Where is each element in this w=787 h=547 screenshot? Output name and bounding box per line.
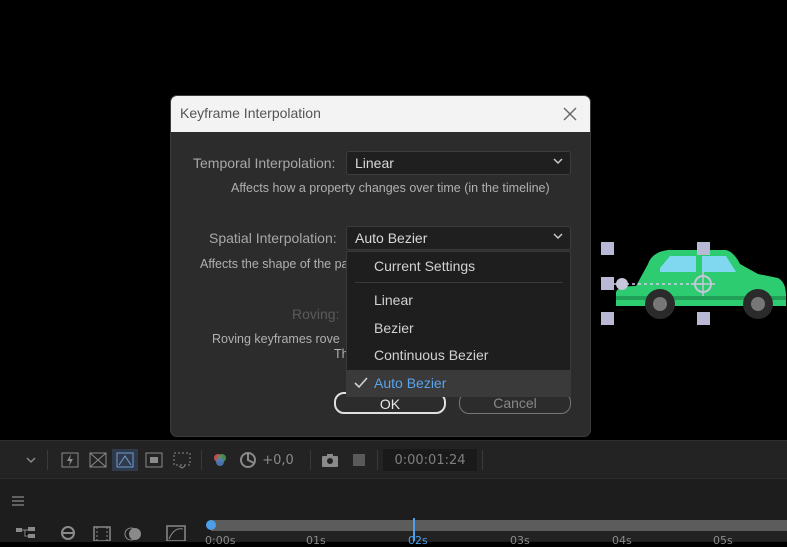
composition-flowchart-icon[interactable] (16, 525, 36, 541)
chevron-down-icon (553, 233, 563, 239)
dropdown-item-bezier[interactable]: Bezier (347, 315, 570, 341)
chevron-down-icon (553, 158, 563, 164)
divider (201, 450, 202, 470)
temporal-interpolation-label: Temporal Interpolation: (193, 155, 336, 171)
motion-blur-icon[interactable] (124, 525, 144, 541)
spatial-interpolation-label: Spatial Interpolation: (209, 230, 337, 246)
dropdown-item-label: Current Settings (374, 258, 476, 274)
dropdown-item-label: Bezier (374, 320, 414, 336)
checkmark-icon (354, 377, 368, 389)
spatial-interpolation-description: Affects the shape of the pa (200, 257, 349, 271)
transform-handle-top-left[interactable] (601, 242, 614, 255)
dropdown-item-label: Linear (374, 292, 413, 308)
chevron-down-icon[interactable] (22, 449, 40, 471)
temporal-interpolation-select[interactable]: Linear (346, 151, 571, 175)
current-time-display[interactable]: 0:00:01:24 (383, 449, 477, 471)
roving-label: Roving: (292, 306, 340, 322)
dialog-title: Keyframe Interpolation (180, 105, 321, 121)
reset-exposure-icon[interactable] (236, 449, 260, 471)
transform-handle-top-center[interactable] (697, 242, 710, 255)
divider (482, 450, 483, 470)
dropdown-item-linear[interactable]: Linear (347, 287, 570, 313)
time-ruler-ticks (211, 531, 787, 541)
spatial-interpolation-select[interactable]: Auto Bezier (346, 226, 571, 250)
transform-handle-bottom-center[interactable] (697, 312, 710, 325)
channels-icon[interactable] (208, 449, 232, 471)
region-of-interest-icon[interactable] (142, 449, 166, 471)
dialog-titlebar[interactable]: Keyframe Interpolation (171, 96, 590, 132)
panel-menu-icon[interactable] (12, 491, 24, 506)
spatial-interpolation-dropdown: Current Settings Linear Bezier Continuou… (346, 251, 571, 397)
camera-icon[interactable] (318, 449, 342, 471)
mask-path-visibility-icon[interactable] (112, 449, 138, 471)
close-button[interactable] (560, 104, 580, 124)
temporal-interpolation-description: Affects how a property changes over time… (231, 181, 550, 195)
transform-handle-middle-left[interactable] (601, 277, 614, 290)
close-icon (563, 107, 577, 121)
roving-description-line-1: Roving keyframes rove (212, 332, 340, 346)
dropdown-item-current-settings[interactable]: Current Settings (347, 253, 570, 279)
grid-guides-icon[interactable] (170, 449, 194, 471)
draft-3d-icon[interactable] (58, 525, 78, 541)
exposure-value[interactable]: +0,0 (262, 449, 294, 471)
divider (310, 450, 311, 470)
time-ruler[interactable] (211, 520, 787, 531)
work-area-start-handle[interactable] (206, 520, 216, 530)
divider (377, 450, 378, 470)
frame-blending-icon[interactable] (92, 525, 112, 542)
dropdown-item-continuous-bezier[interactable]: Continuous Bezier (347, 342, 570, 368)
temporal-interpolation-value: Linear (355, 155, 394, 171)
transparency-grid-icon[interactable] (86, 449, 110, 471)
dropdown-item-label: Auto Bezier (374, 375, 447, 391)
dropdown-item-label: Continuous Bezier (374, 347, 489, 363)
graph-editor-icon[interactable] (166, 525, 186, 542)
transform-handle-bottom-left[interactable] (601, 312, 614, 325)
viewer-toolbar: +0,0 0:00:01:24 (0, 440, 787, 479)
dropdown-separator (355, 282, 563, 283)
color-swatch-icon[interactable] (347, 449, 371, 471)
fast-previews-icon[interactable] (58, 449, 82, 471)
divider (47, 450, 48, 470)
dropdown-item-auto-bezier[interactable]: Auto Bezier (347, 370, 570, 396)
spatial-interpolation-value: Auto Bezier (355, 230, 428, 246)
